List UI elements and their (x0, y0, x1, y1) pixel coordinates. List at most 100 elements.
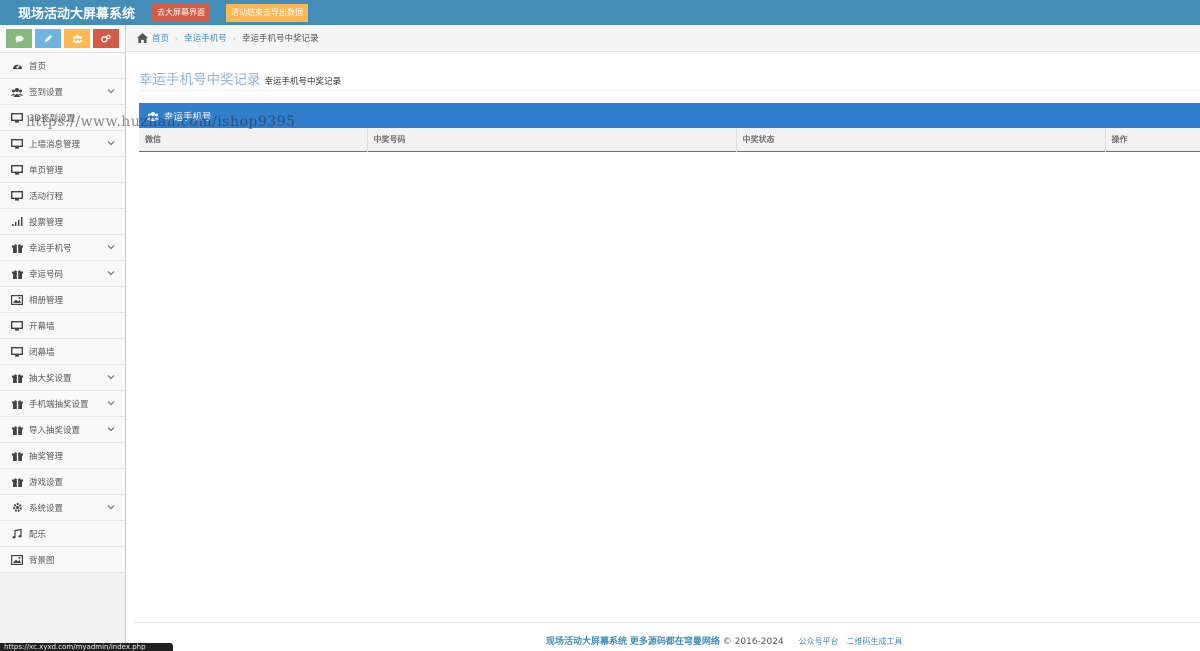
pencil-shortcut-button[interactable] (35, 29, 61, 48)
breadcrumb-section[interactable]: 幸运手机号 (184, 32, 227, 44)
widget-header: 幸运手机号 (139, 103, 1200, 128)
chevron-down-icon (107, 245, 115, 250)
sidebar-item-6[interactable]: 投票管理 (0, 209, 125, 235)
sidebar-item-label: 相册管理 (29, 295, 64, 306)
sidebar-item-label: 配乐 (29, 529, 47, 540)
records-table: 微信 中奖号码 中奖状态 操作 (139, 128, 1200, 152)
comment-icon (15, 35, 23, 43)
pencil-icon (44, 34, 52, 43)
export-data-button[interactable]: 活动结束去导出数据 (226, 3, 308, 22)
sidebar-item-label: 幸运号码 (29, 269, 64, 280)
gift-icon (11, 242, 23, 254)
desktop-icon (11, 320, 23, 332)
watermark-text: https://www.huzhan.com/ishop9395 (26, 114, 296, 130)
sidebar-item-16[interactable]: 游戏设置 (0, 469, 125, 495)
sidebar-item-14[interactable]: 导入抽奖设置 (0, 417, 125, 443)
footer-link-official-platform[interactable]: 公众号平台 (799, 637, 839, 646)
gear-icon (11, 502, 23, 514)
top-navbar: 现场活动大屏幕系统 去大屏幕界面 活动结束去导出数据 (0, 0, 1200, 25)
sidebar-item-10[interactable]: 开幕墙 (0, 313, 125, 339)
sidebar-item-1[interactable]: 签到设置 (0, 79, 125, 105)
comment-shortcut-button[interactable] (6, 29, 32, 48)
desktop-icon (11, 346, 23, 358)
brand-title[interactable]: 现场活动大屏幕系统 (18, 3, 152, 22)
home-icon (137, 33, 148, 43)
chevron-down-icon (107, 271, 115, 276)
users-icon (11, 86, 23, 98)
signal-icon (11, 216, 23, 228)
column-header-number[interactable]: 中奖号码 (366, 128, 736, 152)
sidebar-item-label: 单页管理 (29, 165, 64, 176)
sidebar-item-label: 投票管理 (29, 217, 64, 228)
page-header: 幸运手机号中奖记录 幸运手机号中奖记录 (139, 68, 1200, 91)
sidebar-item-label: 首页 (29, 61, 47, 72)
sidebar-item-label: 签到设置 (29, 87, 64, 98)
gift-icon (11, 450, 23, 462)
sidebar-item-label: 背景图 (29, 555, 55, 566)
sidebar-item-label: 上墙消息管理 (29, 139, 81, 150)
footer-link-qr-tool[interactable]: 二维码生成工具 (846, 637, 902, 646)
chevron-down-icon (107, 427, 115, 432)
sidebar-item-label: 开幕墙 (29, 321, 55, 332)
footer-copyright: © 2016-2024 (722, 637, 784, 647)
sidebar-item-17[interactable]: 系统设置 (0, 495, 125, 521)
sidebar-item-7[interactable]: 幸运手机号 (0, 235, 125, 261)
sidebar-item-8[interactable]: 幸运号码 (0, 261, 125, 287)
column-header-actions: 操作 (1104, 128, 1200, 152)
sidebar-item-label: 导入抽奖设置 (29, 425, 81, 436)
sidebar-shortcuts (0, 25, 125, 53)
sidebar-item-12[interactable]: 抽大奖设置 (0, 365, 125, 391)
chevron-down-icon (107, 89, 115, 94)
chevron-down-icon (107, 141, 115, 146)
chevron-down-icon (107, 401, 115, 406)
sidebar-item-4[interactable]: 单页管理 (0, 157, 125, 183)
dashboard-icon (11, 60, 23, 72)
breadcrumb-home[interactable]: 首页 (152, 32, 169, 44)
column-header-status[interactable]: 中奖状态 (735, 128, 1105, 152)
page-title: 幸运手机号中奖记录 (139, 72, 261, 88)
gift-icon (11, 424, 23, 436)
page-subtitle: 幸运手机号中奖记录 (264, 77, 342, 87)
sidebar-item-19[interactable]: 背景图 (0, 547, 125, 573)
sidebar-item-label: 活动行程 (29, 191, 64, 202)
sidebar-item-label: 系统设置 (29, 503, 64, 514)
users-shortcut-button[interactable] (64, 29, 90, 48)
sidebar-item-11[interactable]: 闭幕墙 (0, 339, 125, 365)
breadcrumb-separator-icon: › (175, 33, 179, 43)
picture-icon (11, 554, 23, 566)
sidebar-item-0[interactable]: 首页 (0, 53, 125, 79)
sidebar-item-13[interactable]: 手机端抽奖设置 (0, 391, 125, 417)
footer-brand: 现场活动大屏幕系统 (546, 637, 628, 647)
cogs-icon (101, 34, 111, 43)
sidebar-item-label: 幸运手机号 (29, 243, 72, 254)
sidebar-item-label: 手机端抽奖设置 (29, 399, 89, 410)
picture-icon (11, 294, 23, 306)
column-header-wechat[interactable]: 微信 (139, 128, 367, 152)
breadcrumb-current: 幸运手机号中奖记录 (241, 34, 319, 44)
gift-icon (11, 398, 23, 410)
desktop-icon (11, 112, 23, 124)
table-header-row: 微信 中奖号码 中奖状态 操作 (139, 128, 1200, 152)
gift-icon (11, 268, 23, 280)
home-link[interactable]: 首页 (137, 32, 169, 44)
sidebar-item-label: 闭幕墙 (29, 347, 55, 358)
browser-status-bar: https://xc.xyxd.com/myadmin/index.php (0, 643, 173, 651)
go-bigscreen-button[interactable]: 去大屏幕界面 (152, 3, 210, 22)
sidebar-item-label: 抽大奖设置 (29, 373, 72, 384)
sidebar-item-5[interactable]: 活动行程 (0, 183, 125, 209)
sidebar-item-3[interactable]: 上墙消息管理 (0, 131, 125, 157)
chevron-down-icon (107, 375, 115, 380)
footer: 现场活动大屏幕系统 更多源码都在穹曼网络 © 2016-2024 公众号平台 二… (546, 634, 902, 647)
sidebar-item-9[interactable]: 相册管理 (0, 287, 125, 313)
cogs-shortcut-button[interactable] (93, 29, 119, 48)
desktop-icon (11, 138, 23, 150)
sidebar-menu: 首页 签到设置 3D签到设置 上墙消息管理 单页管理 活动行程 投票管理 幸运手机号 幸运号码相… (0, 53, 125, 573)
breadcrumb: 首页 › 幸运手机号 › 幸运手机号中奖记录 (126, 25, 1200, 52)
music-icon (11, 528, 23, 540)
sidebar-item-label: 抽奖管理 (29, 451, 64, 462)
sidebar-item-18[interactable]: 配乐 (0, 521, 125, 547)
sidebar-item-15[interactable]: 抽奖管理 (0, 443, 125, 469)
desktop-icon (11, 190, 23, 202)
users-icon (71, 34, 83, 43)
chevron-down-icon (107, 505, 115, 510)
